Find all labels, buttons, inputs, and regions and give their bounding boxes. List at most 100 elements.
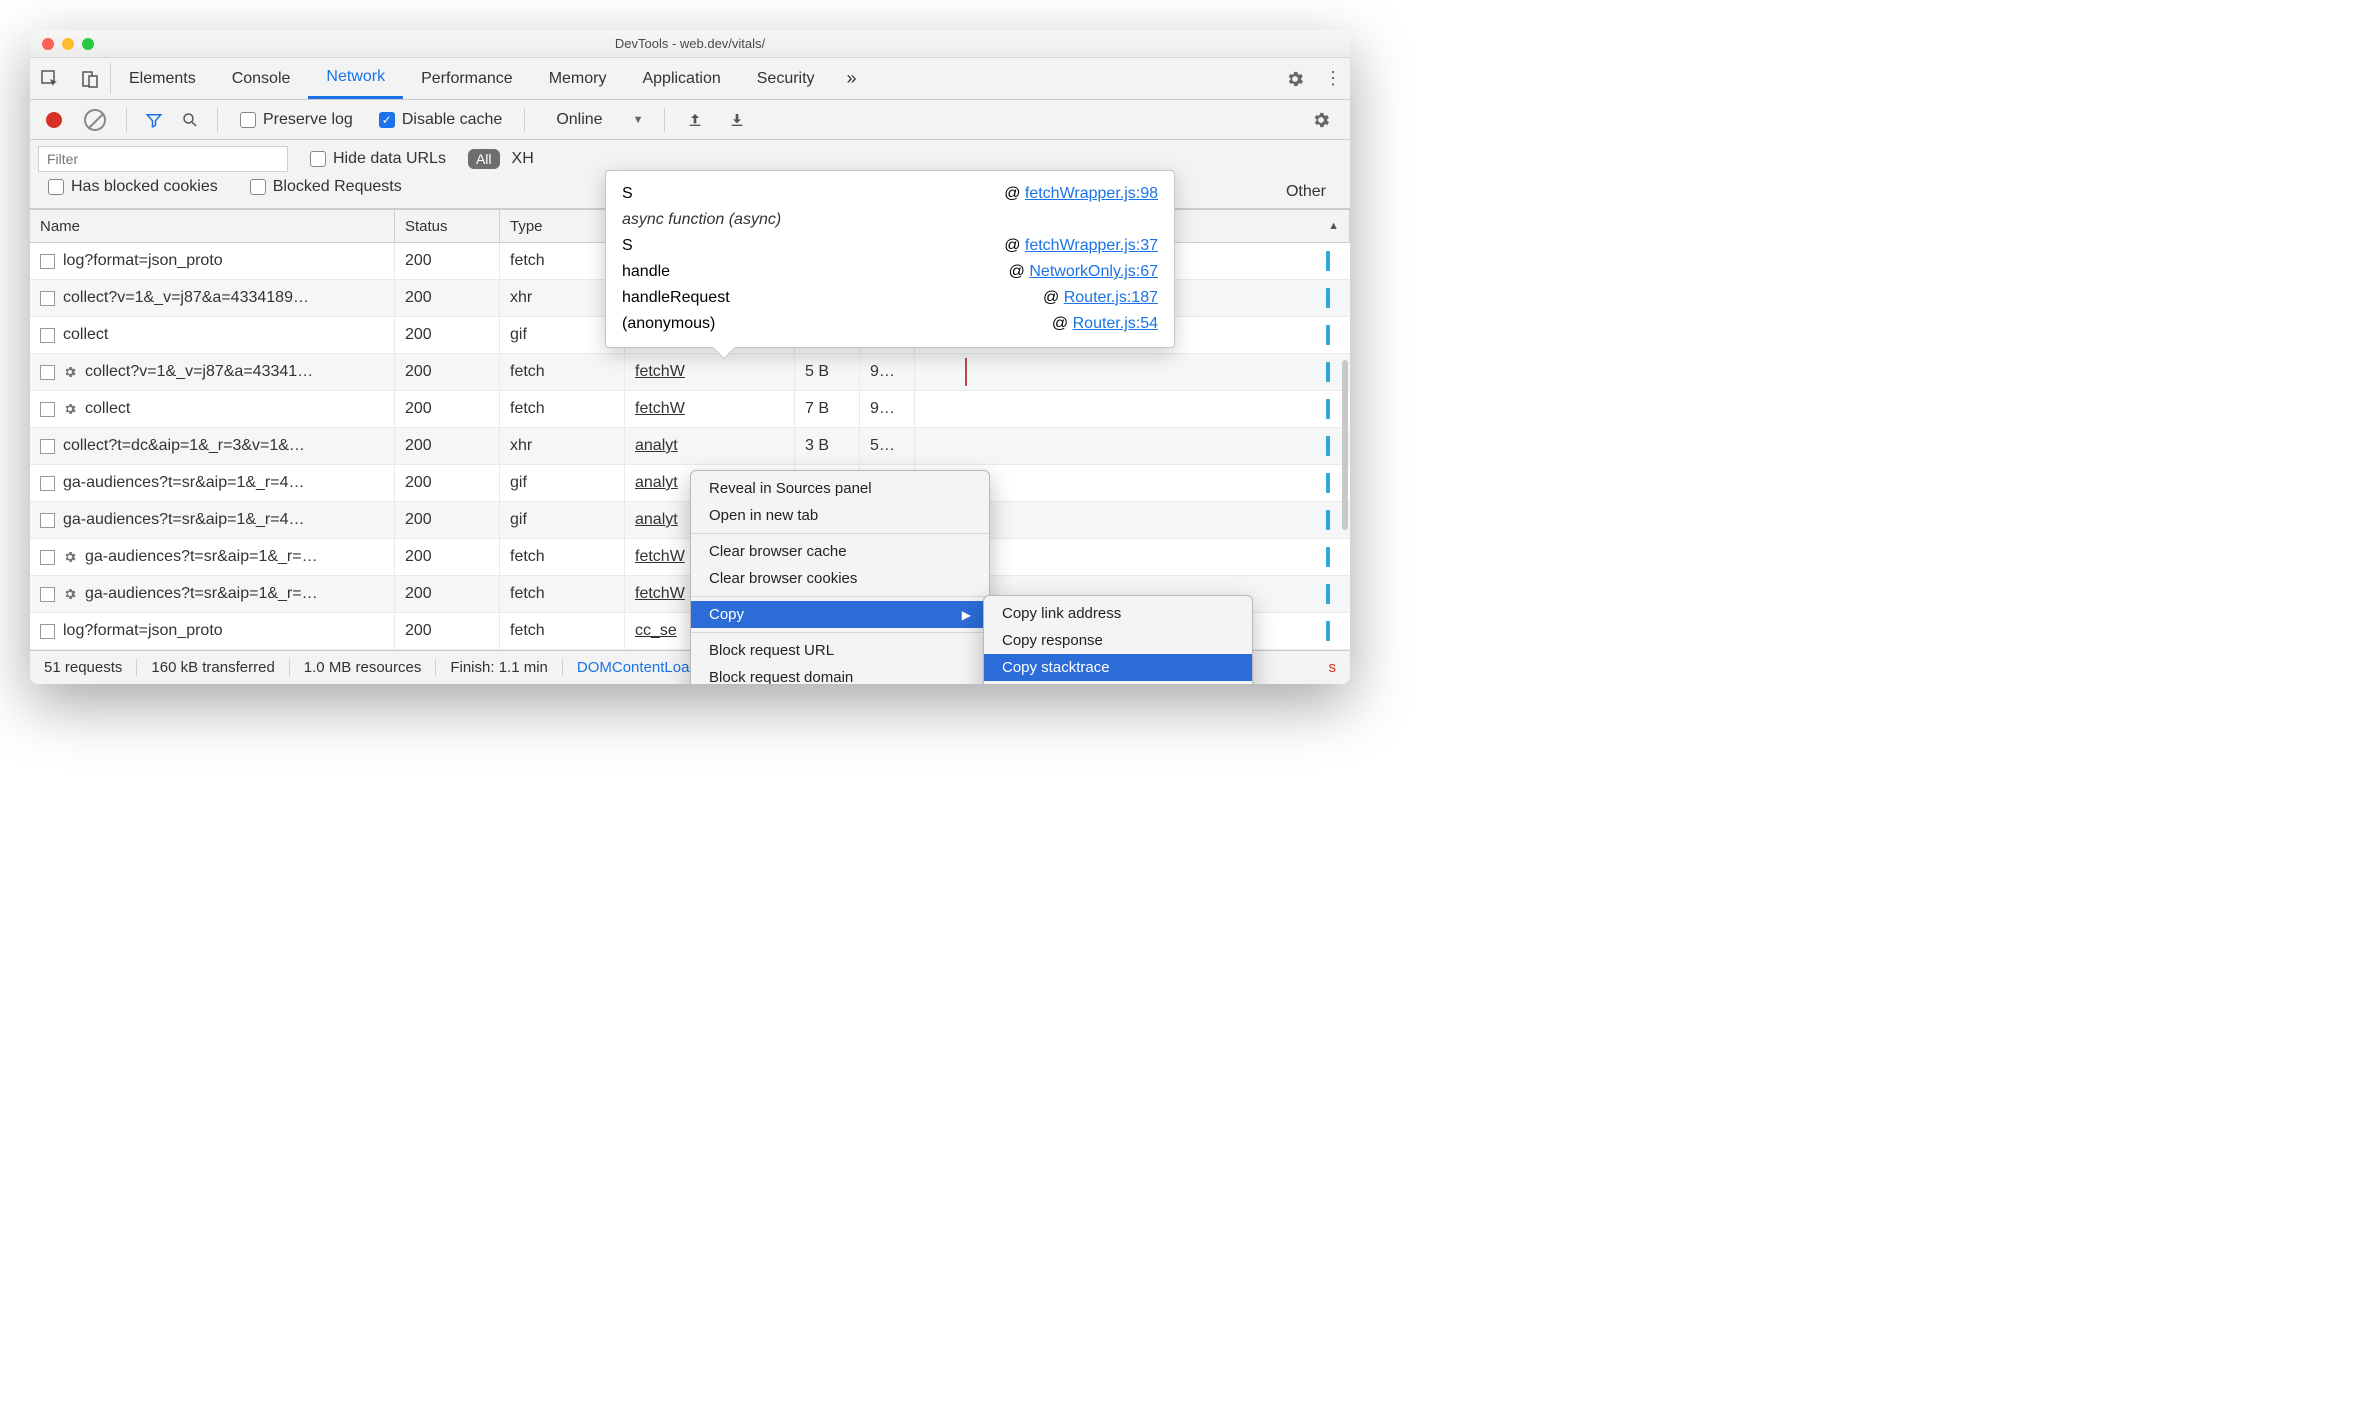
tab-console[interactable]: Console	[214, 58, 309, 99]
request-type: fetch	[500, 354, 625, 390]
filter-other-label[interactable]: Other	[1286, 183, 1326, 201]
record-button[interactable]	[46, 112, 62, 128]
request-name: collect?v=1&_v=j87&a=43341…	[85, 363, 313, 381]
throttling-select[interactable]: Online ▼	[547, 108, 652, 132]
submenu-copy-stacktrace[interactable]: Copy stacktrace	[984, 654, 1252, 681]
request-status: 200	[395, 317, 500, 353]
clear-button[interactable]	[84, 109, 106, 131]
search-icon[interactable]	[181, 111, 199, 129]
menu-block-url[interactable]: Block request URL	[691, 637, 989, 664]
request-name: log?format=json_proto	[63, 622, 223, 640]
menu-clear-cookies[interactable]: Clear browser cookies	[691, 565, 989, 592]
disable-cache-checkbox[interactable]: ✓ Disable cache	[379, 111, 503, 129]
resource-icon	[40, 550, 55, 565]
request-initiator[interactable]: fetchW	[625, 354, 795, 390]
request-initiator[interactable]: analyt	[625, 428, 795, 464]
resource-icon	[40, 254, 55, 269]
download-har-icon[interactable]	[729, 112, 745, 128]
stack-frame-link[interactable]: Router.js:187	[1064, 289, 1158, 306]
status-resources: 1.0 MB resources	[290, 659, 437, 676]
table-row[interactable]: collect?t=dc&aip=1&_r=3&v=1&…200xhranaly…	[30, 428, 1350, 465]
network-settings-icon[interactable]	[1300, 110, 1342, 130]
request-name: collect	[85, 400, 130, 418]
tab-security[interactable]: Security	[739, 58, 833, 99]
tab-elements[interactable]: Elements	[111, 58, 214, 99]
submenu-copy-link[interactable]: Copy link address	[984, 600, 1252, 627]
status-requests: 51 requests	[30, 659, 137, 676]
stack-frame-link[interactable]: Router.js:54	[1073, 315, 1158, 332]
stack-frame-link[interactable]: fetchWrapper.js:37	[1025, 237, 1158, 254]
hide-data-urls-checkbox[interactable]: Hide data URLs	[310, 150, 446, 168]
menu-reveal-sources[interactable]: Reveal in Sources panel	[691, 475, 989, 502]
request-name: ga-audiences?t=sr&aip=1&_r=…	[85, 585, 318, 603]
stack-frame: S@ fetchWrapper.js:98	[622, 181, 1158, 207]
table-row[interactable]: collect?v=1&_v=j87&a=43341…200fetchfetch…	[30, 354, 1350, 391]
blocked-requests-checkbox[interactable]: Blocked Requests	[250, 178, 402, 196]
titlebar: DevTools - web.dev/vitals/	[30, 30, 1350, 58]
tab-performance[interactable]: Performance	[403, 58, 531, 99]
request-status: 200	[395, 428, 500, 464]
status-transferred: 160 kB transferred	[137, 659, 289, 676]
minimize-window-button[interactable]	[62, 38, 74, 50]
tab-memory[interactable]: Memory	[531, 58, 625, 99]
kebab-menu-icon[interactable]: ⋮	[1316, 58, 1350, 99]
upload-har-icon[interactable]	[687, 112, 703, 128]
preserve-log-checkbox[interactable]: Preserve log	[240, 111, 353, 129]
request-type: fetch	[500, 576, 625, 612]
request-name: log?format=json_proto	[63, 252, 223, 270]
stack-frame-link[interactable]: NetworkOnly.js:67	[1029, 263, 1158, 280]
submenu-copy-response[interactable]: Copy response	[984, 627, 1252, 654]
resource-icon	[40, 587, 55, 602]
traffic-lights	[30, 38, 94, 50]
copy-submenu: Copy link address Copy response Copy sta…	[983, 595, 1253, 684]
zoom-window-button[interactable]	[82, 38, 94, 50]
tab-application[interactable]: Application	[624, 58, 738, 99]
header-status[interactable]: Status	[395, 210, 500, 242]
request-time: 5…	[860, 428, 915, 464]
stack-frame: (anonymous)@ Router.js:54	[622, 311, 1158, 337]
settings-icon[interactable]	[1274, 58, 1316, 99]
request-status: 200	[395, 243, 500, 279]
filter-xhr-label[interactable]: XH	[512, 150, 534, 168]
request-initiator[interactable]: fetchW	[625, 391, 795, 427]
request-type: gif	[500, 465, 625, 501]
device-toolbar-icon[interactable]	[70, 58, 110, 99]
request-type: fetch	[500, 391, 625, 427]
close-window-button[interactable]	[42, 38, 54, 50]
initiator-tooltip: S@ fetchWrapper.js:98 async function (as…	[605, 170, 1175, 348]
stack-frame-link[interactable]: fetchWrapper.js:98	[1025, 185, 1158, 202]
more-tabs-button[interactable]: »	[833, 58, 871, 99]
request-status: 200	[395, 280, 500, 316]
devtools-window: DevTools - web.dev/vitals/ Elements Cons…	[30, 30, 1350, 684]
menu-copy[interactable]: Copy▶	[691, 601, 989, 628]
request-name: ga-audiences?t=sr&aip=1&_r=…	[85, 548, 318, 566]
inspect-element-icon[interactable]	[30, 58, 70, 99]
status-finish: Finish: 1.1 min	[436, 659, 563, 676]
status-load: s	[1315, 659, 1351, 676]
filter-input[interactable]	[38, 146, 288, 172]
filter-icon[interactable]	[145, 111, 163, 129]
request-type: fetch	[500, 613, 625, 649]
header-name[interactable]: Name	[30, 210, 395, 242]
filter-all-pill[interactable]: All	[468, 149, 500, 169]
resource-icon	[40, 402, 55, 417]
hide-data-urls-label: Hide data URLs	[333, 150, 446, 168]
request-name: collect	[63, 326, 108, 344]
menu-open-new-tab[interactable]: Open in new tab	[691, 502, 989, 529]
request-status: 200	[395, 613, 500, 649]
request-type: gif	[500, 502, 625, 538]
table-row[interactable]: collect200fetchfetchW7 B9…	[30, 391, 1350, 428]
resource-icon	[40, 439, 55, 454]
submenu-arrow-icon: ▶	[962, 608, 971, 622]
request-name: ga-audiences?t=sr&aip=1&_r=4…	[63, 474, 305, 492]
request-type: xhr	[500, 428, 625, 464]
resource-icon	[40, 513, 55, 528]
request-status: 200	[395, 576, 500, 612]
scrollbar[interactable]	[1342, 360, 1348, 530]
resource-icon	[40, 624, 55, 639]
menu-block-domain[interactable]: Block request domain	[691, 664, 989, 684]
menu-clear-cache[interactable]: Clear browser cache	[691, 538, 989, 565]
has-blocked-cookies-checkbox[interactable]: Has blocked cookies	[48, 178, 218, 196]
tab-network[interactable]: Network	[308, 58, 403, 99]
request-status: 200	[395, 465, 500, 501]
